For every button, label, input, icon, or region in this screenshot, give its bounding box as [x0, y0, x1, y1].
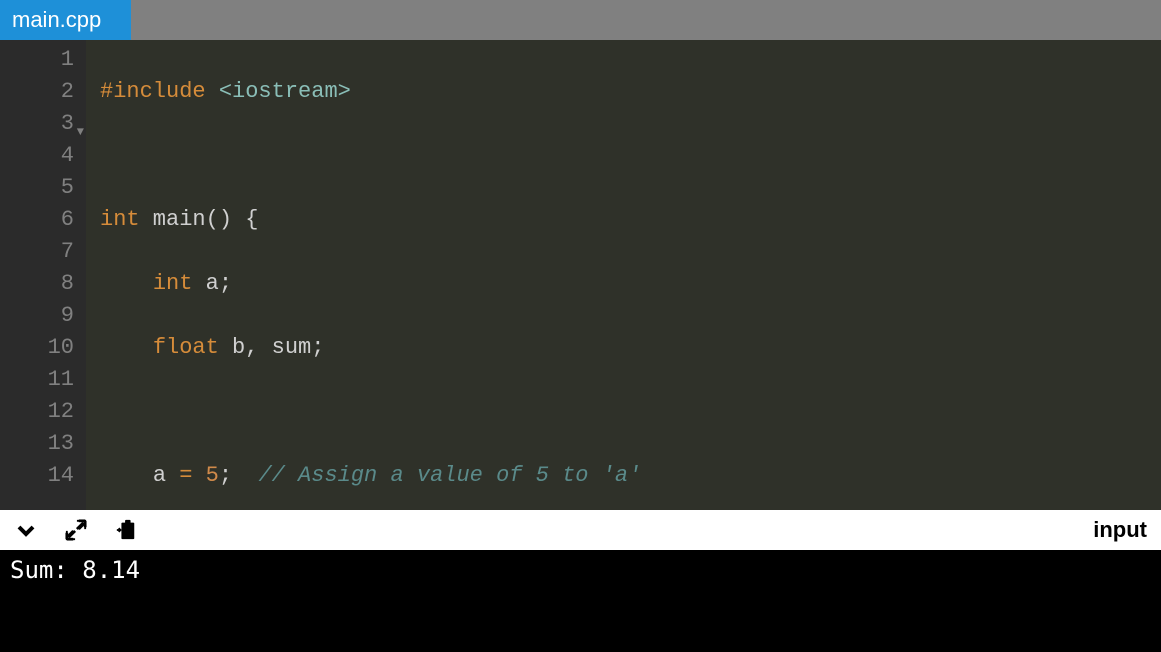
line-number: 14: [20, 460, 74, 492]
line-number: 5: [20, 172, 74, 204]
line-gutter: 1 2 3▼ 4 5 6 7 8 9 10 11 12 13 14: [0, 40, 86, 510]
tab-filename: main.cpp: [12, 7, 101, 33]
line-number: 8: [20, 268, 74, 300]
file-tab[interactable]: main.cpp: [0, 0, 131, 40]
line-number: 7: [20, 236, 74, 268]
line-number: 10: [20, 332, 74, 364]
line-number: 6: [20, 204, 74, 236]
line-number: 3▼: [20, 108, 74, 140]
clipboard-icon[interactable]: [114, 518, 138, 542]
line-number: 1: [20, 44, 74, 76]
tab-bar: main.cpp: [0, 0, 1161, 40]
console-toolbar: input: [0, 510, 1161, 550]
line-number: 2: [20, 76, 74, 108]
line-number: 11: [20, 364, 74, 396]
line-number: 13: [20, 428, 74, 460]
console-text: Sum: 8.14: [10, 556, 140, 584]
line-number: 12: [20, 396, 74, 428]
code-editor[interactable]: 1 2 3▼ 4 5 6 7 8 9 10 11 12 13 14 #inclu…: [0, 40, 1161, 510]
fold-marker-icon[interactable]: ▼: [77, 116, 84, 148]
chevron-down-icon[interactable]: [14, 518, 38, 542]
console-output: Sum: 8.14: [0, 550, 1161, 652]
input-label[interactable]: input: [1093, 517, 1147, 543]
line-number: 4: [20, 140, 74, 172]
line-number: 9: [20, 300, 74, 332]
code-content[interactable]: #include <iostream> int main() { int a; …: [86, 40, 1161, 510]
expand-icon[interactable]: [64, 518, 88, 542]
